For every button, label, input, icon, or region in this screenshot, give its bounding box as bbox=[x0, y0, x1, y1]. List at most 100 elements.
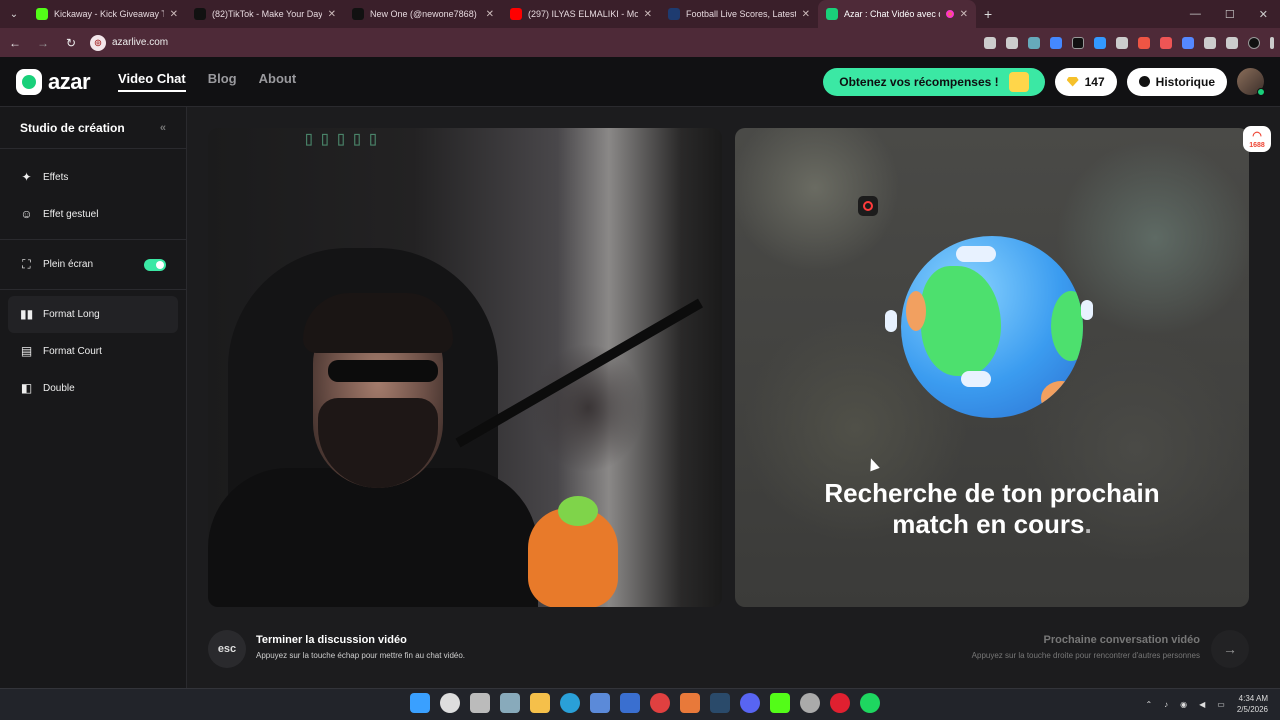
avatar[interactable] bbox=[1237, 68, 1265, 96]
puzzle-icon[interactable] bbox=[1204, 36, 1216, 49]
reading-list-icon[interactable] bbox=[1226, 36, 1238, 49]
end-chat-button[interactable]: esc bbox=[208, 630, 246, 668]
history-label: Historique bbox=[1155, 74, 1215, 89]
nav-about[interactable]: About bbox=[259, 71, 297, 92]
settings-icon[interactable] bbox=[500, 693, 520, 713]
tab-favicon-icon bbox=[36, 8, 48, 20]
searching-message: Recherche de ton prochain match en cours… bbox=[735, 478, 1249, 540]
minimize-icon[interactable]: — bbox=[1190, 8, 1201, 21]
close-icon[interactable]: ✕ bbox=[960, 9, 968, 20]
maximize-icon[interactable]: ☐ bbox=[1225, 8, 1235, 21]
browser-tab[interactable]: (82)TikTok - Make Your Day ✕ bbox=[186, 0, 344, 28]
smile-icon: ☺ bbox=[20, 207, 33, 221]
chevron-up-icon[interactable]: ⌃ bbox=[1145, 700, 1152, 709]
steam-icon[interactable] bbox=[710, 693, 730, 713]
chrome-icon[interactable] bbox=[650, 693, 670, 713]
browser-tab[interactable]: New One (@newone7868) | Tik ✕ bbox=[344, 0, 502, 28]
browser-tab-active[interactable]: Azar : Chat Vidéo avec de n ✕ bbox=[818, 0, 976, 28]
volume-icon[interactable]: ◀ bbox=[1199, 700, 1205, 709]
globe-icon bbox=[901, 236, 1083, 418]
esc-key-label: esc bbox=[217, 643, 237, 655]
microphone-icon[interactable]: ♪ bbox=[1164, 700, 1168, 709]
logo-text: azar bbox=[48, 68, 91, 94]
sidebar-item-fullscreen: ⛶ Plein écran bbox=[0, 246, 186, 283]
nav-blog[interactable]: Blog bbox=[208, 71, 237, 92]
tab-search-button[interactable]: ⌄ bbox=[0, 0, 28, 28]
close-icon[interactable]: ✕ bbox=[170, 9, 178, 20]
fullscreen-toggle[interactable] bbox=[144, 258, 166, 271]
cast-icon[interactable] bbox=[984, 36, 996, 49]
next-chat-button[interactable]: → bbox=[1211, 630, 1249, 668]
history-button[interactable]: Historique bbox=[1126, 67, 1227, 96]
file-explorer-icon[interactable] bbox=[530, 693, 550, 713]
wifi-icon[interactable]: ◉ bbox=[1180, 700, 1187, 709]
extensions-bar bbox=[984, 36, 1274, 49]
tab-title: Football Live Scores, Latest Foo bbox=[686, 9, 796, 19]
start-icon[interactable] bbox=[410, 693, 430, 713]
main-nav: Video Chat Blog About bbox=[118, 71, 296, 92]
download-icon[interactable] bbox=[1116, 36, 1128, 49]
person-body bbox=[208, 468, 538, 607]
collapse-sidebar-icon[interactable]: « bbox=[160, 122, 166, 134]
rewards-button[interactable]: Obtenez vos récompenses ! bbox=[823, 67, 1045, 96]
tab-title: New One (@newone7868) | Tik bbox=[370, 9, 480, 19]
discord-icon[interactable] bbox=[740, 693, 760, 713]
extension-icon[interactable] bbox=[1094, 36, 1106, 49]
browser-tab[interactable]: Football Live Scores, Latest Foo ✕ bbox=[660, 0, 818, 28]
sidebar-item-effects[interactable]: ✦ Effets bbox=[0, 159, 186, 196]
sidebar-item-format-long[interactable]: ▮▮ Format Long bbox=[8, 296, 178, 333]
sidebar-item-format-short[interactable]: ▤ Format Court bbox=[0, 333, 186, 370]
extension-icon[interactable] bbox=[1182, 36, 1194, 49]
system-clock[interactable]: 4:34 AM 2/5/2026 bbox=[1237, 693, 1268, 715]
close-icon[interactable]: ✕ bbox=[644, 9, 652, 20]
url-field[interactable]: ◎ azarlive.com bbox=[90, 34, 168, 51]
extension-icon[interactable] bbox=[1028, 36, 1040, 49]
extension-icon[interactable] bbox=[1050, 36, 1062, 49]
search-icon[interactable] bbox=[440, 693, 460, 713]
app-icon[interactable] bbox=[800, 693, 820, 713]
sidebar-item-double[interactable]: ◧ Double bbox=[0, 370, 186, 407]
store-icon[interactable] bbox=[590, 693, 610, 713]
sidebar-item-label: Effets bbox=[43, 172, 69, 183]
clock-date: 2/5/2026 bbox=[1236, 705, 1268, 714]
kick-icon[interactable] bbox=[770, 693, 790, 713]
neon-sign-decoration: ▯▯▯▯▯ bbox=[303, 128, 384, 150]
edge-icon[interactable] bbox=[560, 693, 580, 713]
side-extension-badge[interactable]: ◠ 1688 bbox=[1243, 126, 1271, 152]
browser-tab[interactable]: Kickaway - Kick Giveaway Tool ✕ bbox=[28, 0, 186, 28]
sidebar-title: Studio de création bbox=[20, 120, 125, 135]
azar-logo[interactable]: azar bbox=[16, 68, 91, 95]
task-view-icon[interactable] bbox=[470, 693, 490, 713]
gems-button[interactable]: 147 bbox=[1054, 67, 1117, 96]
profile-icon[interactable] bbox=[1248, 36, 1260, 49]
close-icon[interactable]: ✕ bbox=[486, 9, 494, 20]
reload-icon[interactable]: ↻ bbox=[62, 36, 80, 50]
site-info-icon[interactable]: ◎ bbox=[90, 34, 106, 51]
next-chat-title: Prochaine conversation vidéo bbox=[1043, 634, 1201, 646]
fullscreen-icon: ⛶ bbox=[22, 257, 31, 271]
close-window-icon[interactable]: ✕ bbox=[1259, 8, 1268, 21]
tab-title: (82)TikTok - Make Your Day bbox=[212, 9, 322, 19]
new-tab-button[interactable]: + bbox=[976, 6, 1000, 22]
menu-icon[interactable] bbox=[1270, 36, 1274, 49]
extension-icon[interactable] bbox=[1138, 36, 1150, 49]
extension-icon[interactable] bbox=[1160, 36, 1172, 49]
app-icon[interactable] bbox=[680, 693, 700, 713]
close-icon[interactable]: ✕ bbox=[328, 9, 336, 20]
bookmark-star-icon[interactable] bbox=[1006, 36, 1018, 49]
layout-short-icon: ▤ bbox=[20, 344, 33, 358]
forward-icon[interactable]: → bbox=[34, 36, 52, 50]
opera-icon[interactable] bbox=[830, 693, 850, 713]
browser-tab[interactable]: (297) ILYAS ELMALIKI - Moul ch ✕ bbox=[502, 0, 660, 28]
sidebar-item-gesture-effect[interactable]: ☺ Effet gestuel bbox=[0, 196, 186, 233]
battery-icon[interactable]: ▭ bbox=[1217, 700, 1225, 709]
mail-icon[interactable] bbox=[620, 693, 640, 713]
close-icon[interactable]: ✕ bbox=[802, 9, 810, 20]
nav-video-chat[interactable]: Video Chat bbox=[118, 71, 186, 92]
extension-icon[interactable] bbox=[1072, 36, 1084, 49]
screen-record-icon[interactable] bbox=[858, 196, 878, 216]
clock-icon bbox=[1138, 76, 1150, 87]
spotify-icon[interactable] bbox=[860, 693, 880, 713]
back-icon[interactable]: ← bbox=[6, 36, 24, 50]
recording-icon bbox=[945, 10, 954, 18]
